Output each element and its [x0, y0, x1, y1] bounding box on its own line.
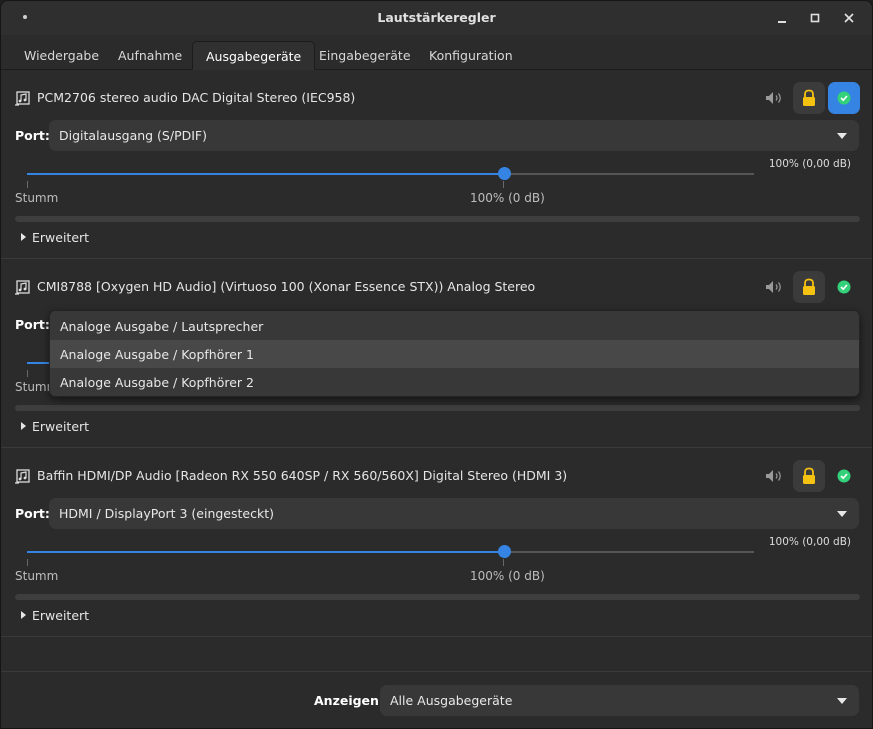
speaker-mute-icon[interactable] — [765, 468, 785, 484]
set-default-button[interactable] — [828, 460, 860, 492]
title-bar: Lautstärkeregler — [1, 1, 872, 35]
advanced-expander-label: Erweitert — [32, 419, 90, 434]
show-filter-select[interactable]: Alle Ausgabegeräte — [380, 685, 859, 716]
port-option[interactable]: Analoge Ausgabe / Lautsprecher — [50, 312, 859, 340]
device-panel: PCM2706 stereo audio DAC Digital Stereo … — [1, 70, 872, 259]
tab-configuration[interactable]: Konfiguration — [416, 41, 526, 70]
port-select-value: HDMI / DisplayPort 3 (eingesteckt) — [59, 506, 274, 521]
close-icon — [844, 13, 854, 23]
port-label: Port: — [15, 506, 50, 521]
chevron-down-icon — [837, 511, 847, 517]
tab-playback[interactable]: Wiedergabe — [11, 41, 112, 70]
mute-mark-label: Stumm — [15, 191, 59, 205]
tab-input-devices[interactable]: Eingabegeräte — [306, 41, 424, 70]
mute-tick — [27, 370, 28, 377]
audio-card-icon — [15, 280, 30, 295]
speaker-mute-icon[interactable] — [765, 279, 785, 295]
expander-arrow-icon — [21, 422, 26, 430]
volume-readout: 100% (0,00 dB) — [768, 536, 851, 548]
lock-icon — [803, 89, 815, 106]
advanced-expander[interactable]: Erweitert — [21, 419, 89, 434]
app-window: Lautstärkeregler Wiedergabe Aufnahme Aus… — [0, 0, 873, 729]
advanced-expander[interactable]: Erweitert — [21, 230, 89, 245]
default-mark-label: 100% (0 dB) — [470, 569, 545, 583]
show-filter-value: Alle Ausgabegeräte — [390, 693, 513, 708]
tab-bar: Wiedergabe Aufnahme Ausgabegeräte Eingab… — [1, 35, 872, 70]
expander-arrow-icon — [21, 233, 26, 241]
mute-mark-label: Stumm — [15, 569, 59, 583]
volume-slider[interactable] — [27, 167, 754, 180]
audio-card-icon — [15, 91, 30, 106]
port-label: Port: — [15, 317, 50, 332]
chevron-down-icon — [837, 133, 847, 139]
volume-slider-fill — [27, 173, 504, 175]
peak-level-meter — [15, 405, 860, 411]
mute-tick — [27, 559, 28, 566]
volume-slider-handle[interactable] — [498, 545, 511, 558]
lock-icon — [803, 278, 815, 295]
peak-level-meter — [15, 216, 860, 222]
footer-bar: Anzeigen: Alle Ausgabegeräte — [1, 671, 872, 728]
mute-tick — [27, 181, 28, 188]
close-button[interactable] — [838, 8, 860, 28]
minimize-icon — [778, 21, 786, 23]
device-name: CMI8788 [Oxygen HD Audio] (Virtuoso 100 … — [37, 279, 536, 294]
device-name: Baffin HDMI/DP Audio [Radeon RX 550 640S… — [37, 468, 568, 483]
default-tick — [503, 181, 504, 188]
set-default-button[interactable] — [828, 82, 860, 114]
check-icon — [837, 469, 851, 483]
port-select[interactable]: Digitalausgang (S/PDIF) — [49, 120, 859, 151]
tab-recording[interactable]: Aufnahme — [105, 41, 195, 70]
maximize-button[interactable] — [804, 8, 826, 28]
tab-output-devices[interactable]: Ausgabegeräte — [192, 41, 316, 70]
speaker-mute-icon[interactable] — [765, 90, 785, 106]
set-default-button[interactable] — [828, 271, 860, 303]
chevron-down-icon — [837, 698, 847, 704]
peak-level-meter — [15, 594, 860, 600]
default-tick — [503, 559, 504, 566]
minimize-button[interactable] — [771, 8, 793, 28]
lock-channels-button[interactable] — [793, 82, 825, 114]
volume-slider-fill — [27, 551, 504, 553]
advanced-expander-label: Erweitert — [32, 608, 90, 623]
port-option[interactable]: Analoge Ausgabe / Kopfhörer 2 — [50, 368, 859, 396]
port-label: Port: — [15, 128, 50, 143]
show-filter-label: Anzeigen: — [314, 693, 384, 708]
volume-slider[interactable] — [27, 545, 754, 558]
expander-arrow-icon — [21, 611, 26, 619]
advanced-expander[interactable]: Erweitert — [21, 608, 89, 623]
lock-icon — [803, 467, 815, 484]
check-icon — [837, 280, 851, 294]
port-option[interactable]: Analoge Ausgabe / Kopfhörer 1 — [50, 340, 859, 368]
check-icon — [837, 91, 851, 105]
device-name: PCM2706 stereo audio DAC Digital Stereo … — [37, 90, 356, 105]
port-dropdown-popup: Analoge Ausgabe / Lautsprecher Analoge A… — [49, 310, 860, 397]
lock-channels-button[interactable] — [793, 271, 825, 303]
maximize-icon — [810, 13, 820, 23]
volume-readout: 100% (0,00 dB) — [768, 158, 851, 170]
volume-slider-handle[interactable] — [498, 167, 511, 180]
lock-channels-button[interactable] — [793, 460, 825, 492]
port-select-value: Digitalausgang (S/PDIF) — [59, 128, 207, 143]
port-select[interactable]: HDMI / DisplayPort 3 (eingesteckt) — [49, 498, 859, 529]
audio-card-icon — [15, 469, 30, 484]
advanced-expander-label: Erweitert — [32, 230, 90, 245]
device-panel: Baffin HDMI/DP Audio [Radeon RX 550 640S… — [1, 448, 872, 637]
window-title: Lautstärkeregler — [377, 10, 496, 25]
default-mark-label: 100% (0 dB) — [470, 191, 545, 205]
